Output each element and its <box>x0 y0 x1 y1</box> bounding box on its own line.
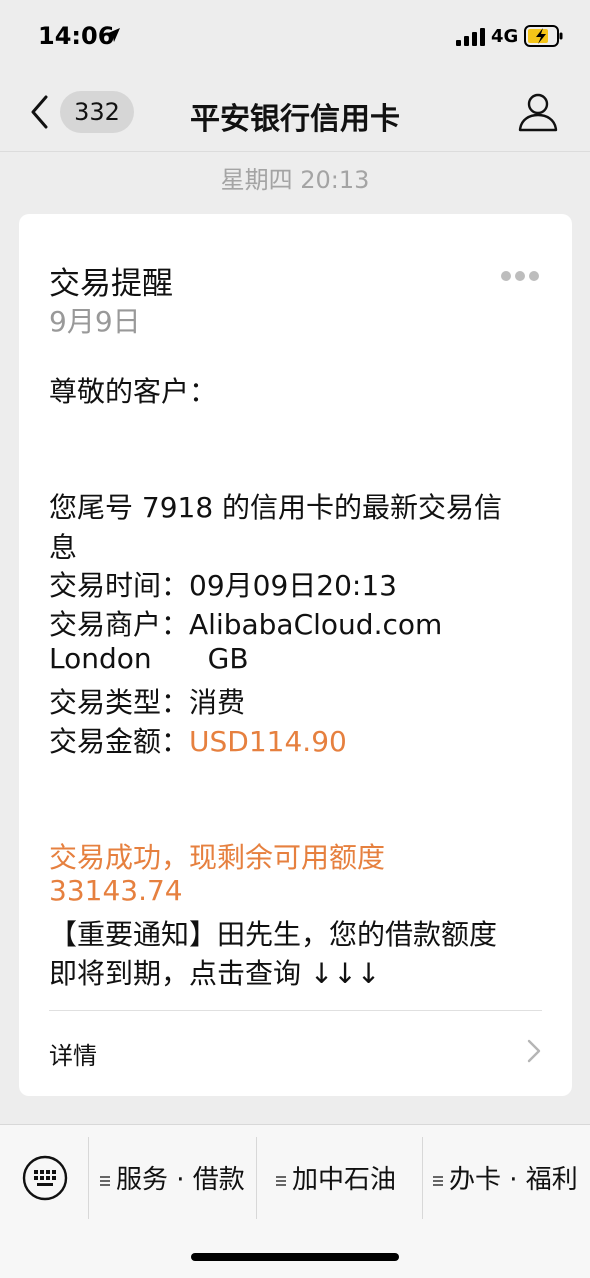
transaction-time-label: 交易时间： <box>49 569 190 602</box>
signal-icon <box>456 28 485 46</box>
transaction-time-row: 交易时间：09月09日20:13 <box>49 564 397 604</box>
battery-charging-icon <box>524 25 563 47</box>
menu-card-benefits[interactable]: 办卡 · 福利 <box>433 1159 578 1199</box>
transaction-type-value: 消费 <box>189 686 246 719</box>
menu-list-icon <box>100 1174 110 1188</box>
keyboard-icon[interactable] <box>22 1155 68 1201</box>
menu-item-label: 服务 · 借款 <box>116 1165 245 1195</box>
message-date: 9月9日 <box>49 305 141 338</box>
menu-sinopec[interactable]: 加中石油 <box>276 1159 396 1199</box>
transaction-amount-value: USD114.90 <box>189 725 347 758</box>
merchant-city: London <box>49 642 152 675</box>
details-label: 详情 <box>49 1042 97 1070</box>
merchant-value: AlibabaCloud.com <box>189 608 443 641</box>
available-credit: 33143.74 <box>49 874 183 907</box>
menu-separator <box>422 1137 423 1219</box>
status-bar: 14:06 4G <box>0 0 590 76</box>
transaction-amount-label: 交易金额： <box>49 725 190 758</box>
success-line: 交易成功，现剩余可用额度 <box>49 841 386 874</box>
details-link[interactable]: 详情 <box>49 1024 542 1076</box>
menu-list-icon <box>276 1174 286 1188</box>
notice-line-2[interactable]: 即将到期，点击查询 ↓↓↓ <box>49 952 380 992</box>
intro-line-1: 您尾号 7918 的信用卡的最新交易信 <box>49 491 503 524</box>
message-timestamp: 星期四 20:13 <box>220 166 370 194</box>
menu-service-loan[interactable]: 服务 · 借款 <box>100 1159 245 1199</box>
profile-icon[interactable] <box>516 92 560 132</box>
network-type: 4G <box>491 26 519 47</box>
status-time: 14:06 <box>38 22 115 50</box>
location-arrow-icon <box>106 28 120 42</box>
notice-line-1[interactable]: 【重要通知】田先生，您的借款额度 <box>49 913 497 953</box>
merchant-row: 交易商户：AlibabaCloud.com <box>49 603 442 643</box>
page-title: 平安银行信用卡 <box>190 102 400 137</box>
transaction-type-row: 交易类型：消费 <box>49 681 245 721</box>
transaction-type-label: 交易类型： <box>49 686 190 719</box>
transaction-time-value: 09月09日20:13 <box>189 569 397 602</box>
transaction-message-card[interactable]: 交易提醒 9月9日 尊敬的客户： 您尾号 7918 的信用卡的最新交易信 息 交… <box>19 214 572 1096</box>
merchant-country: GB <box>207 642 249 675</box>
menu-item-label: 办卡 · 福利 <box>449 1165 578 1195</box>
menu-item-label: 加中石油 <box>292 1165 397 1195</box>
home-indicator[interactable] <box>191 1253 399 1261</box>
message-title: 交易提醒 <box>49 266 173 302</box>
more-options-icon[interactable] <box>501 266 545 281</box>
menu-separator <box>256 1137 257 1219</box>
merchant-label: 交易商户： <box>49 608 190 641</box>
menu-separator <box>88 1137 89 1219</box>
greeting: 尊敬的客户： <box>49 375 218 408</box>
transaction-amount-row: 交易金额：USD114.90 <box>49 720 347 760</box>
divider <box>49 1010 542 1011</box>
merchant-location-row: London GB <box>49 642 249 675</box>
chevron-right-icon <box>527 1039 541 1063</box>
intro-line-2: 息 <box>49 531 78 564</box>
nav-bar: 332 平安银行信用卡 <box>0 76 590 152</box>
menu-list-icon <box>433 1174 443 1188</box>
